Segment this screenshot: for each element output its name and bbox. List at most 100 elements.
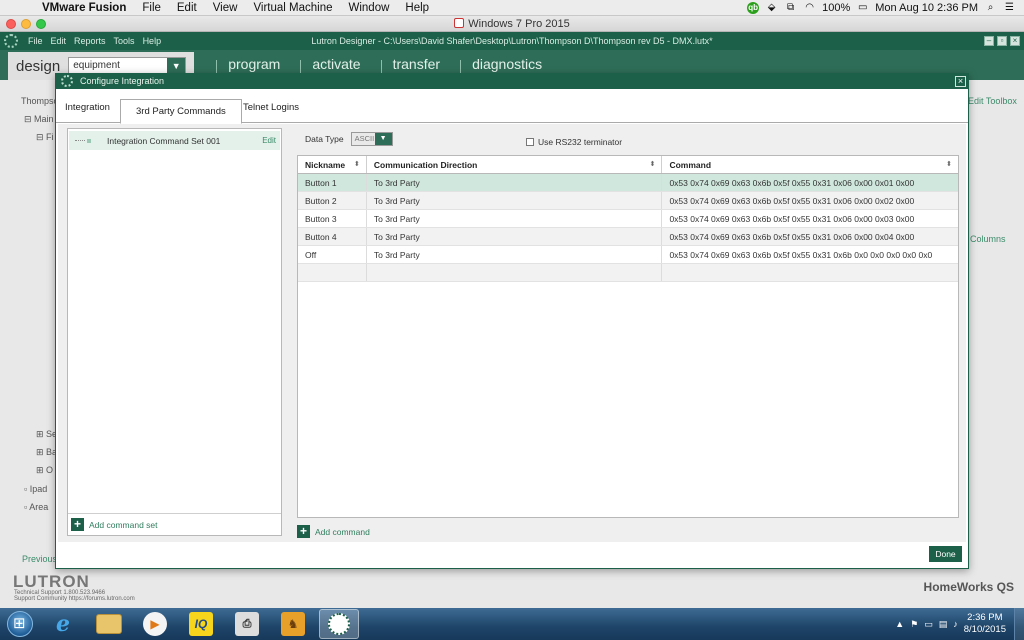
taskbar-printer[interactable]: ⎙: [227, 609, 267, 639]
vmware-status-icon[interactable]: ⧉: [784, 2, 797, 13]
column-header-nickname[interactable]: Nickname ⬍: [298, 156, 367, 173]
support-community[interactable]: Support Community https://forums.lutron.…: [14, 596, 135, 602]
app-menu-reports[interactable]: Reports: [70, 36, 110, 46]
taskbar-iq[interactable]: IQ: [181, 609, 221, 639]
tree-node-area[interactable]: ▫ Area: [24, 502, 48, 512]
nickname-cell[interactable]: Button 1: [298, 174, 367, 191]
taskbar-internet-explorer[interactable]: e: [43, 609, 83, 639]
tab-telnet-logins[interactable]: Telnet Logins: [243, 102, 299, 113]
command-cell[interactable]: 0x53 0x74 0x69 0x63 0x6b 0x5f 0x55 0x31 …: [662, 210, 958, 227]
app-titlebar: Lutron Designer - C:\Users\David Shafer\…: [0, 32, 1024, 50]
direction-cell[interactable]: [367, 264, 663, 281]
nickname-cell[interactable]: Button 2: [298, 192, 367, 209]
direction-cell[interactable]: To 3rd Party: [367, 228, 663, 245]
sort-icon[interactable]: ⬍: [650, 156, 656, 174]
action-center-icon[interactable]: ⚑: [910, 619, 918, 630]
table-row-empty[interactable]: [298, 264, 958, 282]
direction-cell[interactable]: To 3rd Party: [367, 174, 663, 191]
show-desktop-button[interactable]: [1014, 608, 1024, 640]
app-menu-file[interactable]: File: [24, 36, 47, 46]
tree-node-ipad[interactable]: ▫ Ipad: [24, 484, 47, 494]
spotlight-search-icon[interactable]: ⌕: [984, 2, 997, 13]
nickname-cell[interactable]: [298, 264, 367, 281]
dialog-title: Configure Integration: [80, 76, 165, 86]
column-header-direction[interactable]: Communication Direction ⬍: [367, 156, 663, 173]
tree-node-main[interactable]: ⊟ Main: [24, 114, 54, 125]
nickname-cell[interactable]: Off: [298, 246, 367, 263]
app-minimize-icon[interactable]: –: [984, 36, 994, 46]
notification-center-icon[interactable]: ☰: [1003, 2, 1016, 13]
app-menu-help[interactable]: Help: [139, 36, 166, 46]
mac-menu-help[interactable]: Help: [397, 2, 437, 14]
tree-node-ba[interactable]: ⊞ Ba: [36, 447, 57, 458]
taskbar-lutron-designer[interactable]: [319, 609, 359, 639]
mac-menu-virtual-machine[interactable]: Virtual Machine: [245, 2, 340, 14]
start-button[interactable]: [0, 608, 40, 640]
rs232-checkbox[interactable]: [526, 138, 534, 146]
command-set-item[interactable]: Integration Command Set 001 Edit: [69, 131, 280, 150]
command-cell[interactable]: 0x53 0x74 0x69 0x63 0x6b 0x5f 0x55 0x31 …: [662, 192, 958, 209]
chevron-down-icon[interactable]: ▼: [167, 58, 186, 74]
tree-node-se[interactable]: ⊞ Se: [36, 429, 57, 440]
nickname-cell[interactable]: Button 3: [298, 210, 367, 227]
direction-cell[interactable]: To 3rd Party: [367, 192, 663, 209]
columns-link[interactable]: Columns: [970, 234, 1006, 244]
previous-link[interactable]: Previous: [22, 554, 57, 564]
tray-expand-icon[interactable]: ▲: [895, 619, 904, 629]
direction-cell[interactable]: To 3rd Party: [367, 210, 663, 227]
minimize-window-button[interactable]: [21, 19, 31, 29]
battery-icon[interactable]: ▭: [856, 2, 869, 13]
drag-handle-icon[interactable]: [87, 138, 91, 143]
sort-icon[interactable]: ⬍: [354, 156, 360, 174]
close-window-button[interactable]: [6, 19, 16, 29]
tree-node-fi[interactable]: ⊟ Fi: [36, 132, 54, 143]
taskbar-horse-app[interactable]: ♞: [273, 609, 313, 639]
mac-app-menu[interactable]: VMware Fusion: [34, 2, 134, 14]
rs232-terminator-option[interactable]: Use RS232 terminator: [526, 137, 622, 147]
zoom-window-button[interactable]: [36, 19, 46, 29]
table-row[interactable]: Button 1 To 3rd Party 0x53 0x74 0x69 0x6…: [298, 174, 958, 192]
table-row[interactable]: Button 4 To 3rd Party 0x53 0x74 0x69 0x6…: [298, 228, 958, 246]
add-command-button[interactable]: + Add command: [297, 525, 370, 538]
edit-toolbox-link[interactable]: Edit Toolbox: [968, 96, 1017, 106]
sort-icon[interactable]: ⬍: [946, 156, 952, 174]
wifi-icon[interactable]: ◠: [803, 2, 816, 13]
display-icon[interactable]: ▭: [924, 619, 933, 630]
app-menu-edit[interactable]: Edit: [47, 36, 71, 46]
column-header-command[interactable]: Command ⬍: [662, 156, 958, 173]
table-row[interactable]: Off To 3rd Party 0x53 0x74 0x69 0x63 0x6…: [298, 246, 958, 264]
tab-integration[interactable]: Integration: [65, 102, 110, 113]
command-cell[interactable]: 0x53 0x74 0x69 0x63 0x6b 0x5f 0x55 0x31 …: [662, 228, 958, 245]
mac-menu-window[interactable]: Window: [341, 2, 398, 14]
command-cell[interactable]: [662, 264, 958, 281]
done-button[interactable]: Done: [929, 546, 962, 562]
mac-menu-edit[interactable]: Edit: [169, 2, 205, 14]
taskbar-media-player[interactable]: ▶: [135, 609, 175, 639]
dialog-body: Integration Command Set 001 Edit + Add c…: [58, 124, 966, 542]
direction-cell[interactable]: To 3rd Party: [367, 246, 663, 263]
chevron-down-icon[interactable]: ▼: [374, 133, 392, 145]
taskbar-clock[interactable]: 2:36 PM 8/10/2015: [964, 612, 1006, 636]
volume-icon[interactable]: ♪: [953, 619, 958, 629]
add-command-set-button[interactable]: + Add command set: [68, 513, 281, 535]
nickname-cell[interactable]: Button 4: [298, 228, 367, 245]
dropbox-icon[interactable]: ⬙: [765, 2, 778, 13]
app-restore-icon[interactable]: ▫: [997, 36, 1007, 46]
table-row[interactable]: Button 2 To 3rd Party 0x53 0x74 0x69 0x6…: [298, 192, 958, 210]
table-row[interactable]: Button 3 To 3rd Party 0x53 0x74 0x69 0x6…: [298, 210, 958, 228]
mac-clock[interactable]: Mon Aug 10 2:36 PM: [875, 2, 978, 14]
data-type-select[interactable]: ASCII ▼: [350, 132, 393, 146]
network-icon[interactable]: ▤: [939, 619, 948, 630]
app-close-icon[interactable]: ×: [1010, 36, 1020, 46]
tree-node-o[interactable]: ⊞ O: [36, 465, 53, 476]
mac-menu-view[interactable]: View: [205, 2, 246, 14]
command-cell[interactable]: 0x53 0x74 0x69 0x63 0x6b 0x5f 0x55 0x31 …: [662, 246, 958, 263]
close-icon[interactable]: ×: [955, 76, 966, 87]
command-cell[interactable]: 0x53 0x74 0x69 0x63 0x6b 0x5f 0x55 0x31 …: [662, 174, 958, 191]
edit-command-set-link[interactable]: Edit: [262, 136, 276, 145]
mac-menu-file[interactable]: File: [134, 2, 169, 14]
app-menu-tools[interactable]: Tools: [110, 36, 139, 46]
tab-3rd-party-commands[interactable]: 3rd Party Commands: [120, 99, 242, 124]
taskbar-explorer[interactable]: [89, 609, 129, 639]
quickbooks-icon[interactable]: qb: [747, 1, 760, 14]
